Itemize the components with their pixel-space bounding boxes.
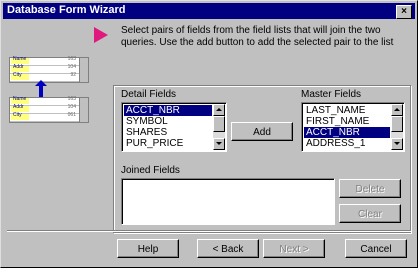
list-item[interactable]: SYMBOL [124,116,212,127]
list-item[interactable]: ADDRESS_1 [304,138,390,149]
title-bar[interactable]: Database Form Wizard × [3,3,415,19]
illustration-row: City 061 [10,112,88,122]
separator [7,230,411,232]
join-illustration: Name 163 Addr 104 City 92 Name 163 Addr 104 C… [7,56,89,123]
detail-fields-label: Detail Fields [121,89,177,100]
back-button[interactable]: < Back [197,239,259,258]
scroll-thumb[interactable] [391,116,403,132]
wizard-window: Database Form Wizard × Select pairs of f… [0,0,418,268]
next-button[interactable]: Next > [263,239,325,258]
close-button[interactable]: × [396,5,412,19]
scroll-down-icon[interactable] [213,138,225,150]
list-item[interactable]: SHARES [124,127,212,138]
master-scrollbar[interactable] [391,104,403,150]
help-button[interactable]: Help [117,239,179,258]
master-fields-list[interactable]: LAST_NAME FIRST_NAME ACCT_NBR ADDRESS_1 [301,102,405,152]
illustration-table-top: Name 163 Addr 104 City 92 [9,56,89,83]
add-button[interactable]: Add [231,122,293,141]
list-item[interactable]: ACCT_NBR [304,127,390,138]
scroll-up-icon[interactable] [391,104,403,116]
scroll-down-icon[interactable] [391,138,403,150]
list-item[interactable]: LAST_NAME [304,105,390,116]
delete-button[interactable]: Delete [339,179,401,198]
list-item[interactable]: ACCT_NBR [124,105,212,116]
joined-fields-list[interactable] [121,178,335,225]
pointer-arrow-icon [94,27,108,43]
window-title: Database Form Wizard [7,4,126,16]
scroll-thumb[interactable] [213,116,225,132]
detail-fields-list[interactable]: ACCT_NBR SYMBOL SHARES PUR_PRICE [121,102,227,152]
list-item[interactable]: FIRST_NAME [304,116,390,127]
detail-scrollbar[interactable] [213,104,225,150]
clear-button[interactable]: Clear [339,204,401,223]
scroll-up-icon[interactable] [213,104,225,116]
cancel-button[interactable]: Cancel [345,239,407,258]
instructions-text: Select pairs of fields from the field li… [121,25,394,48]
close-icon: × [401,6,407,17]
master-fields-label: Master Fields [301,89,362,100]
list-item[interactable]: PUR_PRICE [124,138,212,149]
illustration-row: City 92 [10,72,88,82]
joined-fields-label: Joined Fields [121,165,180,176]
illustration-table-bottom: Name 163 Addr 104 City 061 [9,96,89,123]
